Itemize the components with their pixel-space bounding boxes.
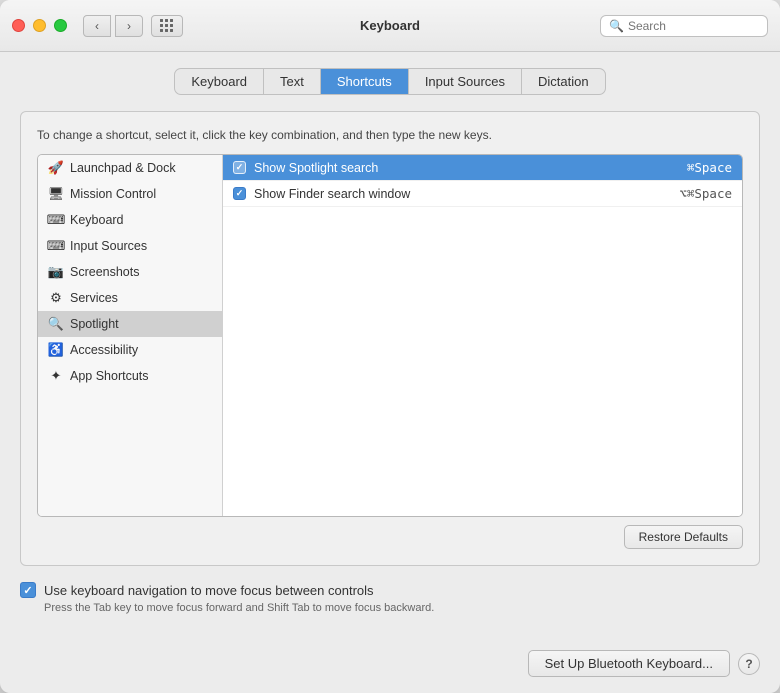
sidebar-item-label: Services: [70, 291, 118, 305]
tab-bar: Keyboard Text Shortcuts Input Sources Di…: [174, 68, 605, 95]
minimize-button[interactable]: [33, 19, 46, 32]
bottom-bar: Set Up Bluetooth Keyboard... ?: [0, 634, 780, 693]
search-bar[interactable]: 🔍: [600, 15, 768, 37]
forward-button[interactable]: ›: [115, 15, 143, 37]
sidebar-item-screenshots[interactable]: 📷 Screenshots: [38, 259, 222, 285]
shortcuts-sidebar: 🚀 Launchpad & Dock 🖥 Mission Control ⌨ K…: [38, 155, 223, 516]
content-area: Keyboard Text Shortcuts Input Sources Di…: [0, 52, 780, 634]
sidebar-item-label: Keyboard: [70, 213, 124, 227]
keyboard-nav-label: Use keyboard navigation to move focus be…: [44, 583, 374, 598]
split-view: 🚀 Launchpad & Dock 🖥 Mission Control ⌨ K…: [37, 154, 743, 517]
spotlight-item-label: Show Spotlight search: [254, 161, 687, 175]
launchpad-icon: 🚀: [48, 160, 64, 176]
sidebar-item-label: Accessibility: [70, 343, 138, 357]
instruction-text: To change a shortcut, select it, click t…: [37, 128, 743, 142]
close-button[interactable]: [12, 19, 25, 32]
shortcuts-list: Show Spotlight search ⌘Space Show Finder…: [223, 155, 742, 516]
sidebar-item-label: Mission Control: [70, 187, 156, 201]
screenshots-icon: 📷: [48, 264, 64, 280]
keyboard-icon: ⌨: [48, 212, 64, 228]
search-input[interactable]: [628, 19, 759, 33]
window-title: Keyboard: [360, 18, 420, 33]
sidebar-item-mission-control[interactable]: 🖥 Mission Control: [38, 181, 222, 207]
back-button[interactable]: ‹: [83, 15, 111, 37]
app-shortcuts-icon: ✦: [48, 368, 64, 384]
finder-checkbox[interactable]: [233, 187, 246, 200]
list-item-show-spotlight[interactable]: Show Spotlight search ⌘Space: [223, 155, 742, 181]
spotlight-checkbox[interactable]: [233, 161, 246, 174]
sidebar-item-spotlight[interactable]: 🔍 Spotlight: [38, 311, 222, 337]
sidebar-item-keyboard[interactable]: ⌨ Keyboard: [38, 207, 222, 233]
spotlight-shortcut: ⌘Space: [687, 160, 732, 175]
tab-dictation[interactable]: Dictation: [522, 69, 605, 94]
help-button[interactable]: ?: [738, 653, 760, 675]
accessibility-icon: ♿: [48, 342, 64, 358]
finder-item-label: Show Finder search window: [254, 187, 679, 201]
nav-buttons: ‹ ›: [83, 15, 143, 37]
search-icon: 🔍: [609, 19, 624, 33]
sidebar-item-label: App Shortcuts: [70, 369, 149, 383]
tab-keyboard[interactable]: Keyboard: [175, 69, 264, 94]
input-sources-icon: ⌨: [48, 238, 64, 254]
tab-bar-container: Keyboard Text Shortcuts Input Sources Di…: [20, 68, 760, 95]
spotlight-icon: 🔍: [48, 316, 64, 332]
grid-view-button[interactable]: [151, 15, 183, 37]
tab-shortcuts[interactable]: Shortcuts: [321, 69, 409, 94]
keyboard-nav-hint: Press the Tab key to move focus forward …: [44, 602, 760, 614]
setup-bluetooth-button[interactable]: Set Up Bluetooth Keyboard...: [528, 650, 730, 677]
grid-icon: [160, 19, 174, 33]
sidebar-item-launchpad[interactable]: 🚀 Launchpad & Dock: [38, 155, 222, 181]
services-icon: ⚙: [48, 290, 64, 306]
shortcuts-panel: To change a shortcut, select it, click t…: [20, 111, 760, 566]
tab-text[interactable]: Text: [264, 69, 321, 94]
finder-shortcut: ⌥⌘Space: [679, 186, 732, 201]
sidebar-item-label: Spotlight: [70, 317, 119, 331]
maximize-button[interactable]: [54, 19, 67, 32]
traffic-lights: [12, 19, 67, 32]
keyboard-preferences-window: ‹ › Keyboard 🔍 Keyboard Text Shortcuts I…: [0, 0, 780, 693]
sidebar-item-app-shortcuts[interactable]: ✦ App Shortcuts: [38, 363, 222, 389]
keyboard-nav-row: Use keyboard navigation to move focus be…: [20, 582, 760, 598]
sidebar-item-label: Screenshots: [70, 265, 139, 279]
tab-input-sources[interactable]: Input Sources: [409, 69, 522, 94]
sidebar-item-accessibility[interactable]: ♿ Accessibility: [38, 337, 222, 363]
mission-control-icon: 🖥: [48, 186, 64, 202]
sidebar-item-label: Launchpad & Dock: [70, 161, 176, 175]
restore-defaults-row: Restore Defaults: [37, 525, 743, 549]
restore-defaults-button[interactable]: Restore Defaults: [624, 525, 743, 549]
titlebar: ‹ › Keyboard 🔍: [0, 0, 780, 52]
keyboard-nav-checkbox[interactable]: [20, 582, 36, 598]
sidebar-item-input-sources[interactable]: ⌨ Input Sources: [38, 233, 222, 259]
sidebar-item-services[interactable]: ⚙ Services: [38, 285, 222, 311]
sidebar-item-label: Input Sources: [70, 239, 147, 253]
list-item-show-finder[interactable]: Show Finder search window ⌥⌘Space: [223, 181, 742, 207]
